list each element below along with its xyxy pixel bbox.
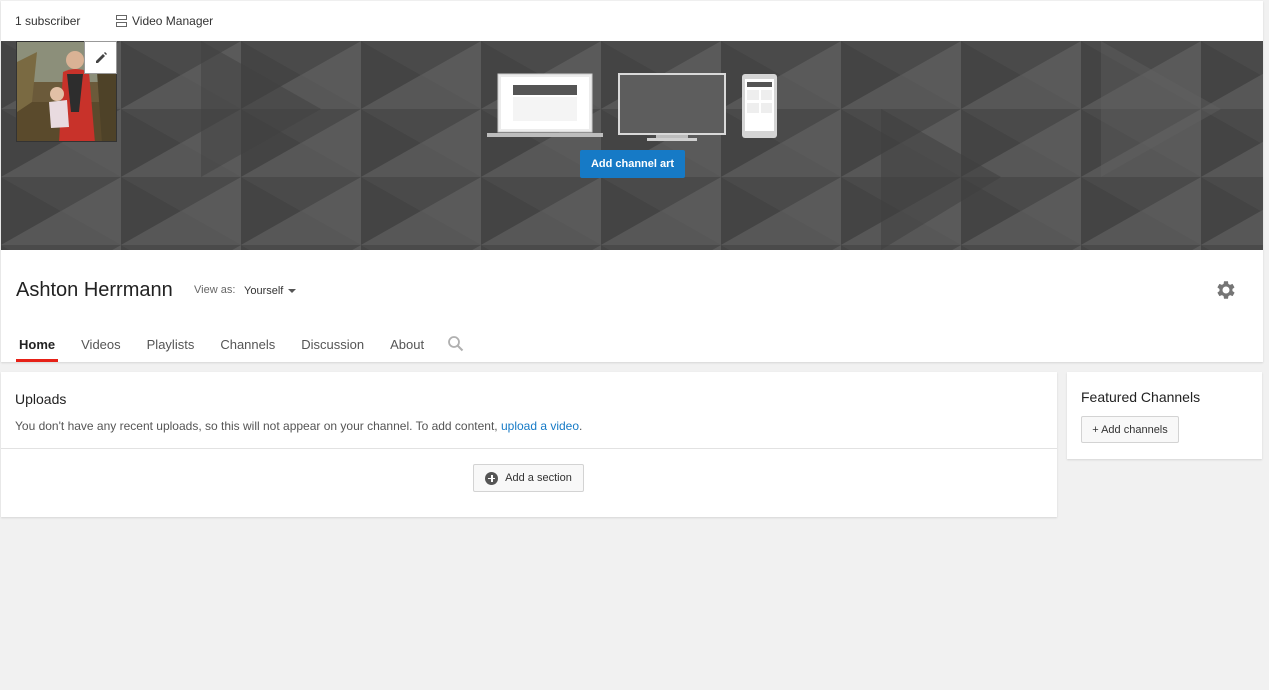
- uploads-message: You don't have any recent uploads, so th…: [15, 419, 582, 433]
- tab-videos[interactable]: Videos: [78, 334, 124, 362]
- search-icon[interactable]: [447, 335, 465, 353]
- video-manager-label: Video Manager: [132, 14, 214, 28]
- uploads-section: Uploads You don't have any recent upload…: [1, 372, 1057, 517]
- subscriber-count: 1 subscriber: [15, 14, 81, 28]
- gear-icon[interactable]: [1214, 278, 1238, 302]
- pencil-icon: [95, 51, 107, 63]
- uploads-message-text: You don't have any recent uploads, so th…: [15, 419, 501, 433]
- add-channel-art-button[interactable]: Add channel art: [580, 150, 685, 178]
- view-as-dropdown[interactable]: Yourself: [244, 285, 297, 297]
- tv-icon: [618, 73, 726, 141]
- tab-channels[interactable]: Channels: [217, 334, 278, 362]
- channel-header-card: 1 subscriber Video Manager Add channel a…: [1, 1, 1263, 362]
- add-section-label: Add a section: [505, 472, 572, 484]
- avatar-edit-button[interactable]: [84, 41, 117, 74]
- chevron-down-icon: [288, 289, 297, 293]
- view-as-value: Yourself: [244, 285, 284, 297]
- phone-icon: [742, 74, 777, 138]
- channel-topbar: 1 subscriber Video Manager: [1, 1, 1263, 40]
- video-manager-link[interactable]: Video Manager: [116, 14, 213, 28]
- channel-name: Ashton Herrmann: [16, 279, 173, 301]
- tab-discussion[interactable]: Discussion: [298, 334, 367, 362]
- upload-video-link[interactable]: upload a video: [501, 419, 579, 433]
- featured-channels-title: Featured Channels: [1081, 389, 1201, 405]
- featured-channels-section: Featured Channels + Add channels: [1067, 372, 1262, 459]
- add-channels-button[interactable]: + Add channels: [1081, 416, 1179, 443]
- view-as-label: View as:: [194, 284, 236, 296]
- uploads-message-suffix: .: [579, 419, 583, 433]
- video-manager-icon: [116, 15, 127, 27]
- plus-circle-icon: [485, 471, 499, 485]
- uploads-title: Uploads: [15, 391, 67, 407]
- add-section-button[interactable]: Add a section: [473, 464, 584, 492]
- tab-playlists[interactable]: Playlists: [144, 334, 198, 362]
- device-preview-illustration: [487, 73, 777, 141]
- tab-about[interactable]: About: [387, 334, 427, 362]
- channel-tabs: Home Videos Playlists Channels Discussio…: [16, 334, 465, 362]
- laptop-icon: [487, 73, 603, 137]
- tab-home[interactable]: Home: [16, 334, 59, 362]
- uploads-divider: [1, 448, 1057, 449]
